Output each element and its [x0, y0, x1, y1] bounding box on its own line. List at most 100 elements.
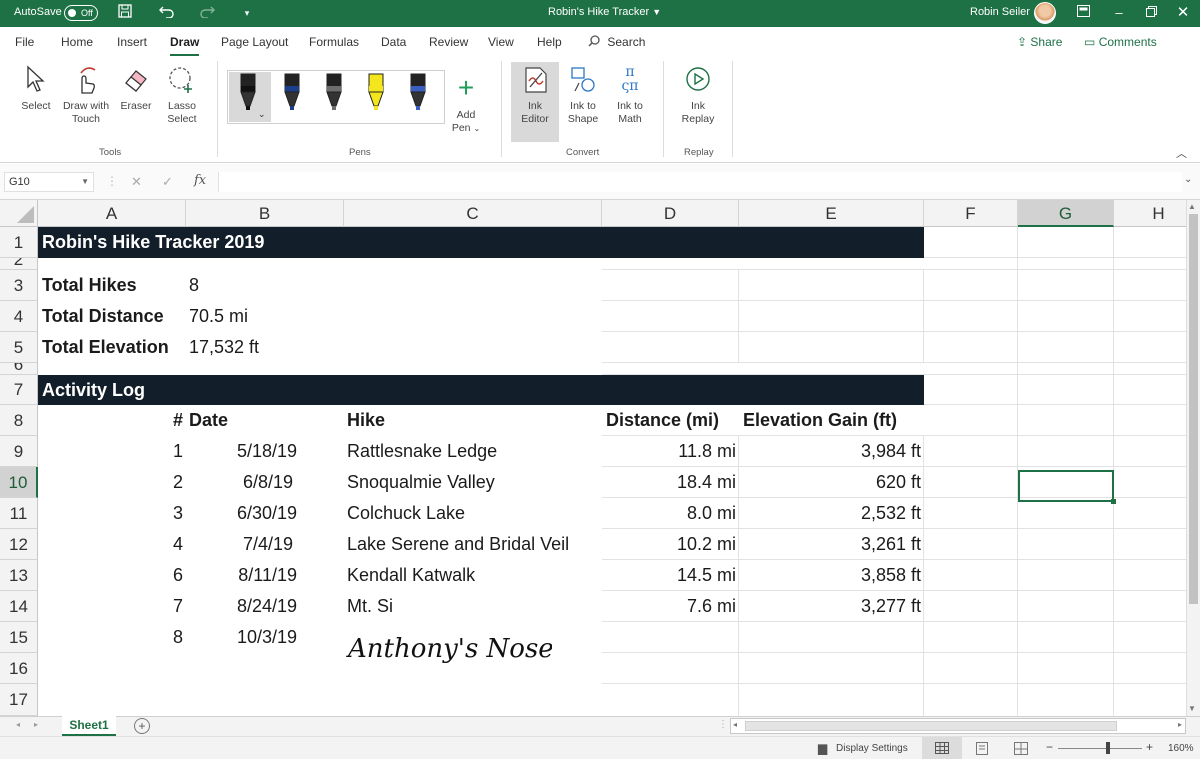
activity-log-title[interactable]: Activity Log [38, 375, 924, 405]
row-header-9[interactable]: 9 [0, 436, 38, 467]
column-header-c[interactable]: C [344, 200, 602, 227]
share-button[interactable]: ⇪ Share [1017, 35, 1062, 49]
add-pen-button[interactable]: Add Pen ⌄ [444, 109, 488, 135]
page-layout-view-icon[interactable] [976, 742, 988, 755]
select-button[interactable]: Select [14, 100, 58, 113]
row-header-7[interactable]: 7 [0, 375, 38, 405]
ink-replay-button[interactable]: Ink Replay [675, 100, 721, 126]
horizontal-scroll-thumb[interactable] [745, 721, 1117, 731]
row-header-12[interactable]: 12 [0, 529, 38, 560]
insert-function-button[interactable]: fx [194, 173, 206, 188]
zoom-slider[interactable] [1058, 748, 1142, 749]
header-elevation[interactable]: Elevation Gain (ft) [743, 405, 897, 435]
zoom-level[interactable]: 160% [1168, 743, 1194, 754]
log-elevation[interactable]: 3,858 ft [739, 560, 921, 590]
tab-data[interactable]: Data [381, 35, 406, 49]
add-sheet-icon[interactable]: + [134, 718, 150, 734]
row-header-15[interactable]: 15 [0, 622, 38, 653]
pen-dropdown-icon[interactable]: ⌄ [258, 109, 266, 120]
tab-page-layout[interactable]: Page Layout [221, 35, 288, 49]
ink-to-math-button[interactable]: Ink to Math [607, 100, 653, 126]
tab-insert[interactable]: Insert [117, 35, 147, 49]
log-distance[interactable]: 7.6 mi [602, 591, 736, 621]
draw-with-touch-button[interactable]: Draw with Touch [60, 100, 112, 126]
zoom-in-icon[interactable]: + [1146, 740, 1153, 754]
summary-label[interactable]: Total Hikes [42, 270, 137, 300]
customize-icon[interactable]: ▾ [238, 4, 256, 22]
log-num[interactable]: 6 [38, 560, 183, 590]
close-icon[interactable]: ✕ [1174, 4, 1192, 22]
row-header-3[interactable]: 3 [0, 270, 38, 301]
log-date[interactable]: 8/24/19 [186, 591, 297, 621]
selected-cell-g10[interactable] [1018, 470, 1116, 504]
log-elevation[interactable]: 3,984 ft [739, 436, 921, 466]
row-header-17[interactable]: 17 [0, 684, 38, 716]
log-distance[interactable]: 14.5 mi [602, 560, 736, 590]
row-header-1[interactable]: 1 [0, 227, 38, 258]
tab-split-handle-icon[interactable]: ⋮ [718, 719, 728, 730]
page-break-view-icon[interactable] [1014, 742, 1028, 755]
tab-view[interactable]: View [488, 35, 514, 49]
ink-editor-button[interactable]: Ink Editor [512, 100, 558, 126]
log-hike[interactable]: Colchuck Lake [347, 498, 465, 528]
log-num[interactable]: 1 [38, 436, 183, 466]
log-hike[interactable]: Snoqualmie Valley [347, 467, 495, 497]
lasso-select-button[interactable]: Lasso Select [160, 100, 204, 126]
pen-2[interactable] [284, 73, 300, 110]
pen-3[interactable] [326, 73, 342, 110]
avatar[interactable] [1034, 2, 1056, 24]
tab-formulas[interactable]: Formulas [309, 35, 359, 49]
next-sheet-icon[interactable]: ▸ [34, 720, 38, 729]
ink-annotation[interactable]: Anthony's Nose [346, 624, 552, 670]
tab-home[interactable]: Home [61, 35, 93, 49]
log-hike[interactable]: Lake Serene and Bridal Veil [347, 529, 569, 559]
log-distance[interactable]: 8.0 mi [602, 498, 736, 528]
scroll-right-icon[interactable]: ▸ [1178, 720, 1182, 729]
log-date[interactable]: 10/3/19 [186, 622, 297, 652]
tab-review[interactable]: Review [429, 35, 468, 49]
minimize-icon[interactable]: – [1110, 4, 1128, 22]
scroll-up-icon[interactable]: ▲ [1188, 202, 1196, 211]
row-header-2[interactable]: 2 [0, 258, 38, 270]
column-header-h[interactable]: H [1114, 200, 1186, 227]
log-num[interactable]: 7 [38, 591, 183, 621]
log-distance[interactable]: 11.8 mi [602, 436, 736, 466]
log-distance[interactable]: 10.2 mi [602, 529, 736, 559]
log-date[interactable]: 6/30/19 [186, 498, 297, 528]
zoom-slider-thumb[interactable] [1106, 742, 1110, 754]
pen-1[interactable] [240, 73, 256, 110]
header-hike[interactable]: Hike [347, 405, 385, 435]
formula-input[interactable] [218, 172, 1182, 192]
ribbon-display-icon[interactable] [1074, 4, 1092, 22]
log-hike[interactable]: Mt. Si [347, 591, 393, 621]
search-box[interactable]: Search [588, 35, 645, 49]
expand-formula-bar-icon[interactable]: ⌄ [1184, 174, 1192, 185]
summary-value[interactable]: 17,532 ft [189, 332, 259, 362]
pen-4[interactable] [368, 73, 384, 110]
tab-file[interactable]: File [15, 35, 34, 49]
scroll-down-icon[interactable]: ▼ [1188, 704, 1196, 713]
comments-button[interactable]: ▭ Comments [1084, 35, 1157, 49]
row-header-8[interactable]: 8 [0, 405, 38, 436]
header-distance[interactable]: Distance (mi) [606, 405, 719, 435]
ink-to-shape-button[interactable]: Ink to Shape [560, 100, 606, 126]
log-hike[interactable]: Kendall Katwalk [347, 560, 475, 590]
vertical-scrollbar[interactable]: ▲ ▼ [1186, 200, 1200, 716]
tab-draw[interactable]: Draw [170, 35, 200, 56]
column-header-a[interactable]: A [38, 200, 186, 227]
undo-icon[interactable] [158, 4, 176, 23]
column-header-e[interactable]: E [739, 200, 924, 227]
name-box[interactable]: G10 ▼ [4, 172, 94, 192]
row-header-5[interactable]: 5 [0, 332, 38, 363]
name-box-dropdown-icon[interactable]: ▼ [81, 173, 89, 191]
scroll-left-icon[interactable]: ◂ [733, 720, 737, 729]
row-header-16[interactable]: 16 [0, 653, 38, 684]
redo-icon[interactable] [198, 4, 216, 23]
row-header-11[interactable]: 11 [0, 498, 38, 529]
log-num[interactable]: 2 [38, 467, 183, 497]
row-header-10[interactable]: 10 [0, 467, 38, 498]
log-hike[interactable]: Rattlesnake Ledge [347, 436, 497, 466]
document-title[interactable]: Robin's Hike Tracker ▼ [548, 6, 661, 18]
restore-icon[interactable] [1142, 4, 1160, 22]
log-distance[interactable]: 18.4 mi [602, 467, 736, 497]
